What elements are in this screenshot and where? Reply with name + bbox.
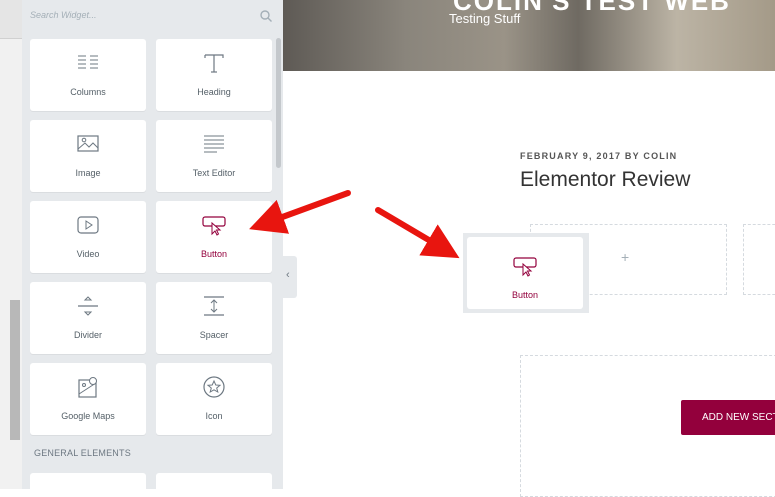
- panel-collapse-toggle[interactable]: ‹: [283, 256, 297, 298]
- button-icon: [513, 257, 537, 277]
- video-icon: [77, 216, 99, 234]
- admin-sidebar-sliver: [0, 0, 22, 489]
- site-tagline: Testing Stuff: [449, 11, 521, 26]
- widget-image[interactable]: Image: [30, 120, 146, 192]
- widget-label: Icon: [205, 411, 223, 421]
- widget-label: Google Maps: [61, 411, 115, 421]
- image-icon: [77, 135, 99, 152]
- star-icon: [203, 376, 225, 398]
- widget-video[interactable]: Video: [30, 201, 146, 273]
- post-meta: FEBRUARY 9, 2017 BY COLIN: [520, 151, 678, 161]
- plus-icon[interactable]: +: [621, 249, 629, 265]
- text-editor-icon: [204, 135, 224, 153]
- divider-icon: [78, 296, 98, 316]
- widget-label: Divider: [73, 330, 102, 340]
- dragged-widget-button[interactable]: Button: [463, 233, 589, 313]
- empty-column-drop-zone[interactable]: [743, 224, 775, 295]
- widget-panel: Search Widget... Columns Heading Image T…: [22, 0, 283, 489]
- widget-search[interactable]: Search Widget...: [22, 0, 283, 34]
- widget-label: Image: [75, 168, 101, 178]
- search-icon: [260, 10, 272, 22]
- widget-spacer[interactable]: Spacer: [156, 282, 272, 354]
- site-header: COLIN'S TEST WEB Testing Stuff: [283, 0, 775, 71]
- spacer-icon: [204, 296, 224, 316]
- drag-ghost-card: Button: [467, 237, 583, 309]
- arrow-to-drop-zone: [375, 207, 460, 259]
- add-new-section-button[interactable]: ADD NEW SECTION: [681, 400, 775, 435]
- section-heading: GENERAL ELEMENTS: [34, 448, 131, 458]
- columns-icon: [78, 55, 98, 69]
- google-maps-icon: [78, 377, 97, 398]
- widget-label: Heading: [197, 87, 231, 97]
- panel-scrollbar[interactable]: [276, 38, 281, 168]
- widget-label: Button: [200, 249, 228, 259]
- scrollbar-thumb[interactable]: [10, 300, 20, 440]
- widget-icon[interactable]: Icon: [156, 363, 272, 435]
- chevron-left-icon: ‹: [286, 269, 290, 281]
- widget-columns[interactable]: Columns: [30, 39, 146, 111]
- button-icon: [202, 216, 226, 236]
- widget-partial[interactable]: [30, 473, 146, 489]
- heading-icon: [204, 54, 224, 73]
- admin-topbar: [0, 0, 22, 39]
- post-title: Elementor Review: [520, 168, 691, 191]
- widget-label: Button: [511, 290, 539, 300]
- widget-label: Text Editor: [192, 168, 236, 178]
- widget-heading[interactable]: Heading: [156, 39, 272, 111]
- widget-divider[interactable]: Divider: [30, 282, 146, 354]
- widget-label: Columns: [70, 87, 106, 97]
- widget-button[interactable]: Button: [156, 201, 272, 273]
- widget-label: Spacer: [199, 330, 229, 340]
- widget-search-input[interactable]: Search Widget...: [30, 10, 96, 20]
- widget-partial[interactable]: [156, 473, 272, 489]
- widget-text-editor[interactable]: Text Editor: [156, 120, 272, 192]
- widget-google-maps[interactable]: Google Maps: [30, 363, 146, 435]
- widget-label: Video: [76, 249, 100, 259]
